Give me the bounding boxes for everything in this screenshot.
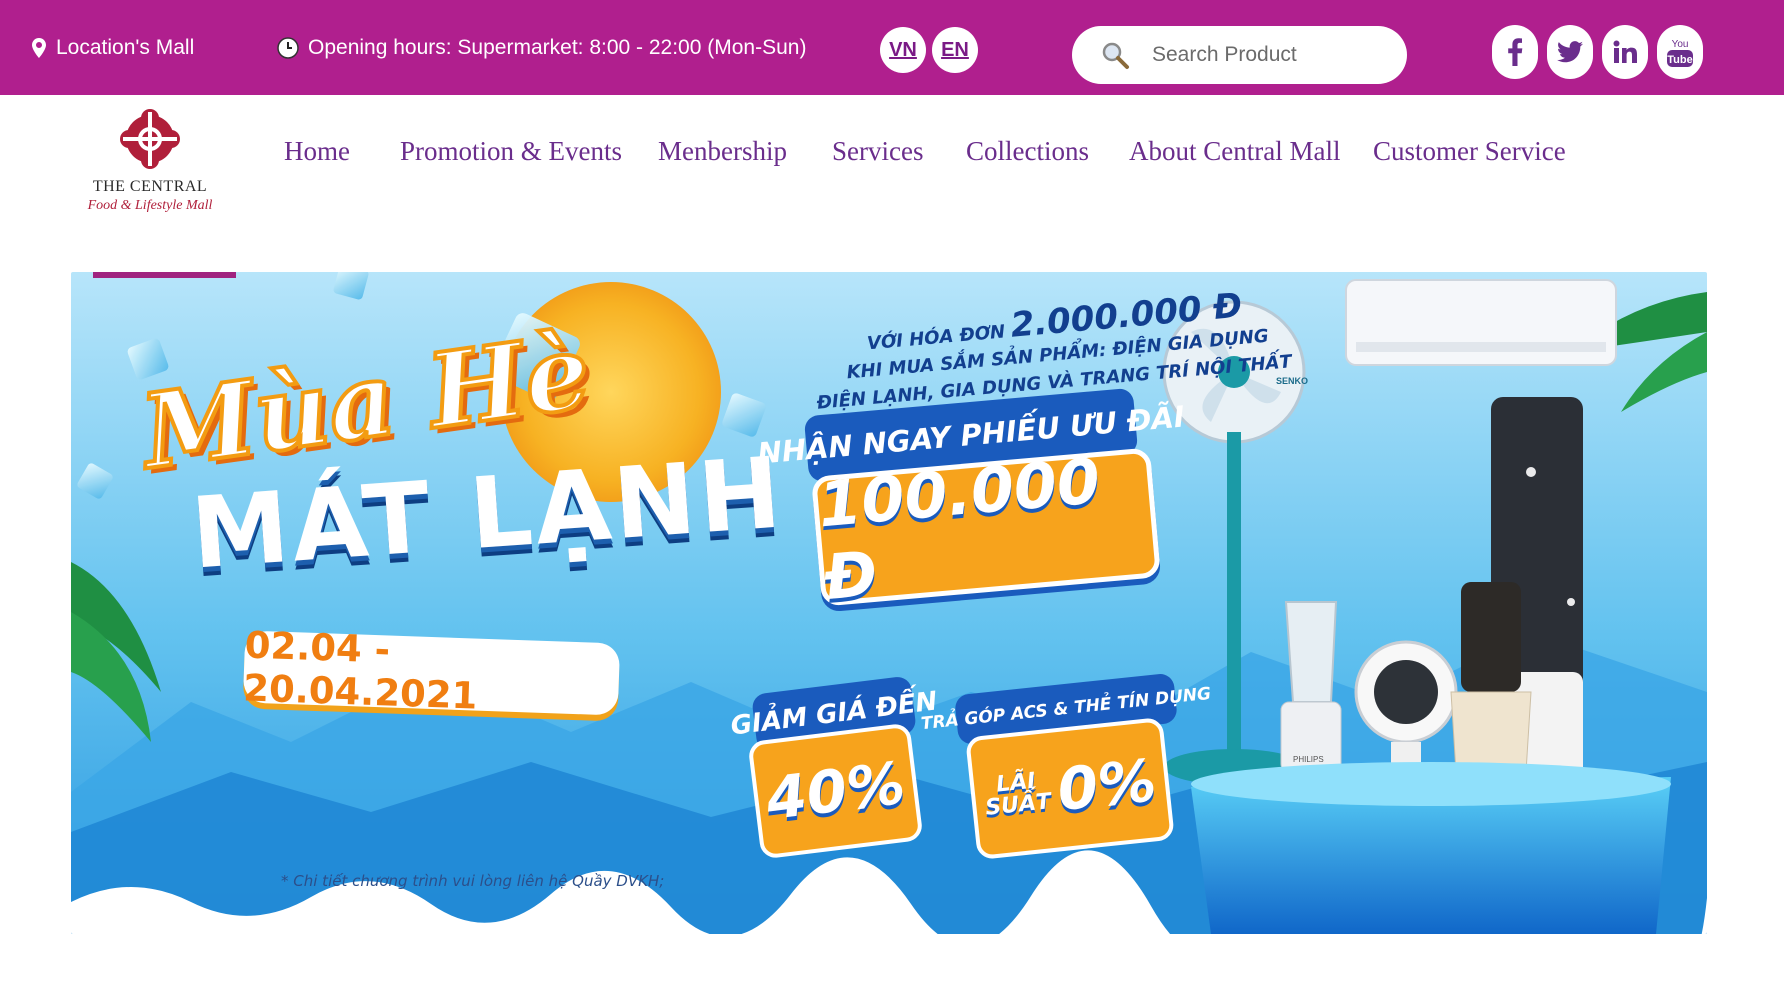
lang-vn-button[interactable]: VN bbox=[880, 27, 926, 73]
search-icon[interactable] bbox=[1100, 40, 1130, 70]
youtube-icon-text-top: You bbox=[1672, 39, 1689, 50]
youtube-button[interactable]: You Tube bbox=[1657, 25, 1703, 79]
interest-word-2: SUẤT bbox=[984, 788, 1053, 821]
discount-value: 40% bbox=[762, 748, 909, 834]
voucher-amount: 100.000 Đ bbox=[815, 444, 1103, 615]
twitter-button[interactable] bbox=[1547, 25, 1593, 79]
location-link[interactable]: Location's Mall bbox=[32, 0, 194, 95]
opening-hours: Opening hours: Supermarket: 8:00 - 22:00… bbox=[277, 0, 806, 95]
youtube-icon: You Tube bbox=[1667, 39, 1693, 67]
youtube-icon-text-bottom: Tube bbox=[1667, 54, 1692, 66]
twitter-icon bbox=[1557, 41, 1583, 63]
linkedin-button[interactable] bbox=[1602, 25, 1648, 79]
logo-subtitle: Food & Lifestyle Mall bbox=[87, 198, 213, 213]
voucher-amount-box: 100.000 Đ bbox=[810, 444, 1162, 614]
nav-about-central-mall[interactable]: About Central Mall bbox=[1129, 136, 1340, 167]
blender-brand-label: PHILIPS bbox=[1293, 755, 1324, 764]
location-label: Location's Mall bbox=[56, 35, 195, 59]
promo-dates: 02.04 - 20.04.2021 bbox=[243, 623, 621, 718]
promo-banner[interactable]: SENKO PHILIPS Mùa Hè MÁT LẠNH 02.04 - 20… bbox=[71, 272, 1707, 934]
top-bar: Location's Mall Opening hours: Supermark… bbox=[0, 0, 1784, 95]
logo-title: THE CENTRAL bbox=[92, 178, 208, 195]
installment-value: 0% bbox=[1054, 745, 1160, 824]
banner-accent-bar bbox=[93, 272, 236, 278]
clock-icon bbox=[277, 36, 299, 59]
lang-en-button[interactable]: EN bbox=[932, 27, 978, 73]
banner-footnote: * Chi tiết chương trình vui lòng liên hệ… bbox=[281, 872, 665, 890]
installment-box: LÃI SUẤT 0% bbox=[965, 716, 1175, 861]
nav-home[interactable]: Home bbox=[284, 136, 350, 167]
nav-membership[interactable]: Menbership bbox=[658, 136, 787, 167]
interest-label: LÃI SUẤT bbox=[982, 768, 1053, 821]
nav-services[interactable]: Services bbox=[832, 136, 923, 167]
discount-box: 40% bbox=[747, 722, 924, 860]
opening-hours-text: Opening hours: Supermarket: 8:00 - 22:00… bbox=[308, 35, 807, 59]
map-pin-icon bbox=[32, 37, 46, 58]
nav-collections[interactable]: Collections bbox=[966, 136, 1089, 167]
central-mall-logo-icon bbox=[120, 109, 180, 169]
nav-customer-service[interactable]: Customer Service bbox=[1373, 136, 1566, 167]
search-box bbox=[1072, 26, 1407, 84]
fan-brand-label: SENKO bbox=[1276, 376, 1308, 386]
promo-dates-text: 02.04 - 20.04.2021 bbox=[242, 623, 479, 718]
nav-promotion-events[interactable]: Promotion & Events bbox=[400, 136, 622, 167]
facebook-icon bbox=[1508, 38, 1523, 66]
linkedin-icon bbox=[1613, 40, 1637, 63]
site-logo[interactable]: THE CENTRAL Food & Lifestyle Mall bbox=[80, 108, 225, 223]
search-input[interactable] bbox=[1150, 42, 1394, 68]
facebook-button[interactable] bbox=[1492, 25, 1538, 79]
